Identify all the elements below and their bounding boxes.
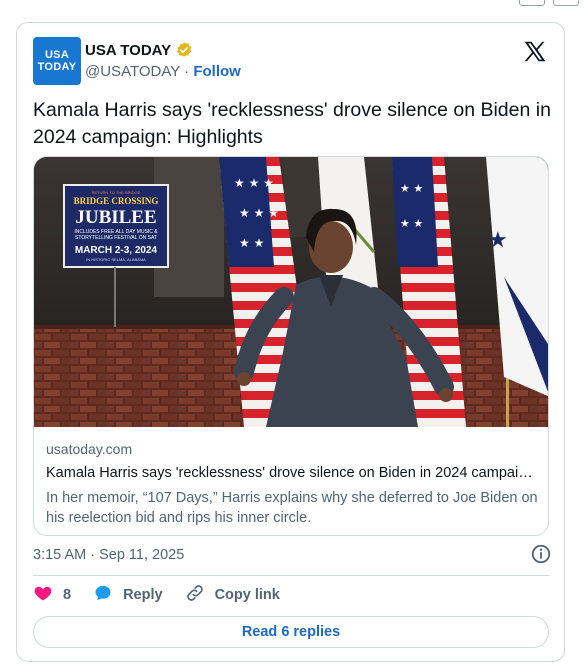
follow-link[interactable]: Follow [193,63,241,80]
sign-line-3: JUBILEE [75,207,156,228]
copy-link-label: Copy link [214,587,280,603]
window-button-right[interactable] [553,0,579,6]
link-title[interactable]: Kamala Harris says 'recklessness' drove … [46,465,540,481]
avatar[interactable]: USA TODAY [33,37,81,85]
like-count: 8 [63,587,72,603]
action-bar: 8 Reply Copy link [33,583,302,607]
article-photo[interactable]: RETURN TO THE BRIDGE BRIDGE CROSSING JUB… [34,157,548,427]
account-handle[interactable]: @USATODAY [85,63,180,80]
tweet-header: USA TODAY USA TODAY @USATODAY · Follow [33,37,548,85]
svg-text:★ ★: ★ ★ [400,182,423,195]
link-preview-card[interactable]: RETURN TO THE BRIDGE BRIDGE CROSSING JUB… [33,156,549,536]
reply-label: Reply [123,587,163,603]
tweet-embed-card: USA TODAY USA TODAY @USATODAY · Follow K… [16,22,565,662]
avatar-text-bottom: TODAY [37,61,77,73]
divider [33,575,549,576]
svg-text:★ ★: ★ ★ [400,217,423,230]
reply-bubble-icon [93,583,113,607]
sign-line-1: RETURN TO THE BRIDGE [92,190,141,195]
account-name-row: USA TODAY [85,41,193,59]
info-icon[interactable] [530,543,552,565]
svg-text:★ ★: ★ ★ [239,236,264,250]
account-handle-row: @USATODAY · Follow [85,63,241,80]
sign-line-2: BRIDGE CROSSING [74,196,159,206]
account-name[interactable]: USA TODAY [85,42,171,59]
link-domain: usatoday.com [46,441,133,457]
avatar-text-top: USA [44,49,70,61]
read-replies-button[interactable]: Read 6 replies [33,616,549,648]
svg-text:★: ★ [488,228,508,253]
like-button[interactable]: 8 [33,583,71,607]
window-button-left[interactable] [519,0,545,6]
tweet-text: Kamala Harris says 'recklessness' drove … [33,99,551,148]
handle-separator: · [184,63,190,80]
reply-button[interactable]: Reply [93,583,163,607]
sign-line-5: STORYTELLING FESTIVAL ON SAT [75,235,157,241]
sign-line-6: MARCH 2-3, 2024 [75,245,158,256]
verified-badge-icon [175,41,193,59]
sign-line-7: IN HISTORIC SELMA, ALABAMA [86,257,146,262]
heart-icon [33,583,53,607]
copy-link-icon [185,583,205,607]
link-description: In her memoir, “107 Days,” Harris explai… [46,490,538,526]
svg-text:★ ★ ★: ★ ★ ★ [234,176,274,190]
x-logo-icon[interactable] [522,39,548,65]
window-controls [519,0,579,6]
copy-link-button[interactable]: Copy link [185,583,280,607]
tweet-timestamp[interactable]: 3:15 AM · Sep 11, 2025 [33,547,184,563]
svg-text:★ ★ ★: ★ ★ ★ [239,206,279,220]
link-preview-info: usatoday.com Kamala Harris says 'reckles… [46,441,540,528]
